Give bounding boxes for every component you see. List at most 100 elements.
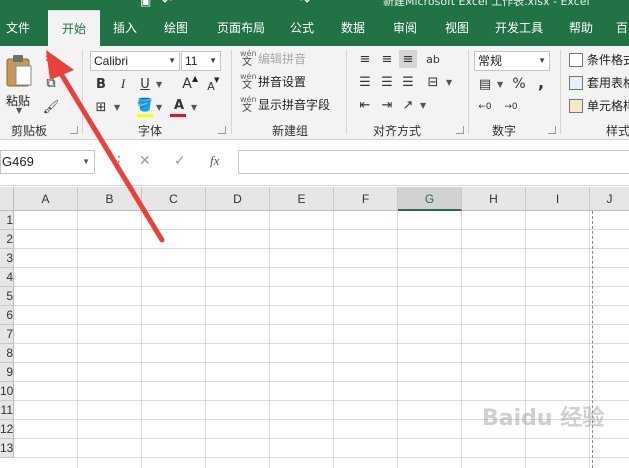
column-header-a[interactable]: A	[14, 187, 78, 211]
row-header[interactable]: 8	[0, 344, 14, 363]
column-header-c[interactable]: C	[142, 187, 206, 211]
save-icon[interactable]: ▣	[140, 0, 151, 8]
percent-button[interactable]: %	[510, 75, 528, 93]
cell-styles-label: 单元格样	[587, 99, 629, 113]
chevron-down-icon[interactable]: ▼	[420, 101, 426, 110]
align-top-icon[interactable]: ≡	[356, 50, 374, 68]
comma-button[interactable]: ,	[532, 73, 550, 92]
tab-data[interactable]: 数据	[333, 10, 373, 46]
formula-input[interactable]	[238, 150, 629, 174]
align-center-icon[interactable]: ☰	[378, 73, 396, 91]
tab-home[interactable]: 开始	[48, 10, 100, 46]
group-label-clipboard: 剪贴板	[10, 124, 47, 138]
select-all-corner[interactable]	[0, 187, 14, 211]
edit-pinyin-button[interactable]: wén 文 编辑拼音	[240, 49, 306, 69]
watermark-logo: Baidu 经验	[482, 406, 605, 431]
increase-indent-icon[interactable]: ⇥	[378, 96, 396, 114]
dialog-launcher-icon[interactable]	[456, 126, 464, 134]
tab-help[interactable]: 帮助	[562, 10, 600, 46]
conditional-format-button[interactable]: 条件格式	[569, 50, 629, 70]
column-header-f[interactable]: F	[334, 187, 398, 211]
row-header[interactable]: 5	[0, 287, 14, 306]
enter-icon[interactable]: ✓	[174, 153, 186, 169]
row-header[interactable]: 6	[0, 306, 14, 325]
row-header[interactable]: 11	[0, 401, 14, 420]
font-name-select[interactable]: Calibri ▼	[90, 51, 180, 71]
row-header[interactable]: 7	[0, 325, 14, 344]
undo-icon[interactable]: ↶	[162, 0, 172, 8]
format-as-table-button[interactable]: 套用表格	[569, 73, 629, 93]
dialog-launcher-icon[interactable]	[218, 126, 226, 134]
column-header-h[interactable]: H	[462, 187, 526, 211]
italic-button[interactable]: I	[114, 75, 132, 93]
row-header[interactable]: 4	[0, 268, 14, 287]
show-pinyin-label: 显示拼音字段	[258, 98, 331, 112]
gridline	[14, 381, 629, 382]
align-right-icon[interactable]: ☰	[399, 73, 417, 91]
tab-formulas[interactable]: 公式	[283, 10, 321, 46]
column-header-e[interactable]: E	[270, 187, 334, 211]
row-header[interactable]: 10	[0, 382, 14, 401]
row-header[interactable]: 1	[0, 211, 14, 230]
column-header-i[interactable]: I	[526, 187, 590, 211]
borders-icon[interactable]: ⊞	[92, 98, 110, 116]
pinyin-settings-button[interactable]: wén 文 拼音设置	[240, 72, 306, 92]
chevron-down-icon[interactable]: ▼	[156, 103, 162, 112]
gridline	[14, 362, 629, 363]
tab-view[interactable]: 视图	[437, 10, 477, 46]
redo-icon[interactable]: ↷	[300, 0, 310, 8]
cell-styles-button[interactable]: 单元格样	[569, 96, 629, 116]
row-header[interactable]: 13	[0, 439, 14, 458]
number-format-select[interactable]: 常规 ▼	[474, 51, 550, 71]
chevron-down-icon[interactable]: ▼	[446, 78, 452, 87]
column-header-b[interactable]: B	[78, 187, 142, 211]
copy-icon[interactable]: ⧉	[42, 74, 60, 92]
column-header-d[interactable]: D	[206, 187, 270, 211]
align-bottom-icon[interactable]: ≡	[399, 50, 417, 68]
align-middle-icon[interactable]: ≡	[378, 50, 396, 68]
bold-button[interactable]: B	[92, 75, 110, 93]
decrease-indent-icon[interactable]: ⇤	[356, 96, 374, 114]
dialog-launcher-icon[interactable]	[70, 126, 78, 134]
column-header-j[interactable]: J	[590, 187, 629, 211]
decrease-decimal-icon[interactable]: →0	[502, 98, 520, 116]
tab-developer[interactable]: 开发工具	[488, 10, 550, 46]
tab-overflow[interactable]: 百	[612, 10, 629, 46]
tab-draw[interactable]: 绘图	[157, 10, 195, 46]
increase-decimal-icon[interactable]: ←0	[476, 98, 494, 116]
group-label-styles: 样式	[606, 124, 629, 138]
insert-function-icon[interactable]: fx	[210, 153, 219, 169]
name-box[interactable]: G469 ▼	[0, 150, 95, 174]
chevron-down-icon[interactable]: ▼	[156, 80, 162, 89]
dialog-launcher-icon[interactable]	[548, 126, 556, 134]
chevron-down-icon[interactable]: ▼	[191, 103, 197, 112]
paste-button[interactable]: 粘贴 ▼	[2, 52, 36, 115]
font-color-button[interactable]: A	[170, 96, 188, 114]
tab-insert[interactable]: 插入	[106, 10, 144, 46]
row-header[interactable]: 2	[0, 230, 14, 249]
cut-icon[interactable]: ✂	[42, 50, 60, 68]
column-header-g[interactable]: G	[398, 187, 462, 211]
align-left-icon[interactable]: ☰	[356, 73, 374, 91]
wrap-text-icon[interactable]: ab	[424, 50, 442, 68]
chevron-down-icon[interactable]: ▼	[497, 80, 503, 89]
merge-center-icon[interactable]: ⊟	[424, 73, 442, 91]
tab-page-layout[interactable]: 页面布局	[209, 10, 273, 46]
chevron-down-icon[interactable]: ▼	[114, 103, 120, 112]
font-size-select[interactable]: 11 ▼	[181, 51, 221, 71]
orientation-icon[interactable]: ↗	[399, 96, 417, 114]
tab-review[interactable]: 审阅	[385, 10, 425, 46]
format-painter-icon[interactable]: 🖌	[42, 98, 60, 116]
accounting-format-icon[interactable]: ▤	[476, 75, 494, 93]
fill-color-icon[interactable]: 🪣	[136, 96, 154, 114]
more-options-icon[interactable]: ⋮	[112, 154, 126, 170]
underline-button[interactable]: U	[136, 75, 154, 93]
tab-file[interactable]: 文件	[0, 10, 36, 46]
format-as-table-label: 套用表格	[587, 76, 629, 90]
caret-down-icon: ▼	[214, 76, 220, 84]
cancel-icon[interactable]: ✕	[139, 153, 151, 169]
row-header[interactable]: 9	[0, 363, 14, 382]
show-pinyin-button[interactable]: wén 文 显示拼音字段	[240, 95, 330, 115]
row-header[interactable]: 3	[0, 249, 14, 268]
row-header[interactable]: 12	[0, 420, 14, 439]
